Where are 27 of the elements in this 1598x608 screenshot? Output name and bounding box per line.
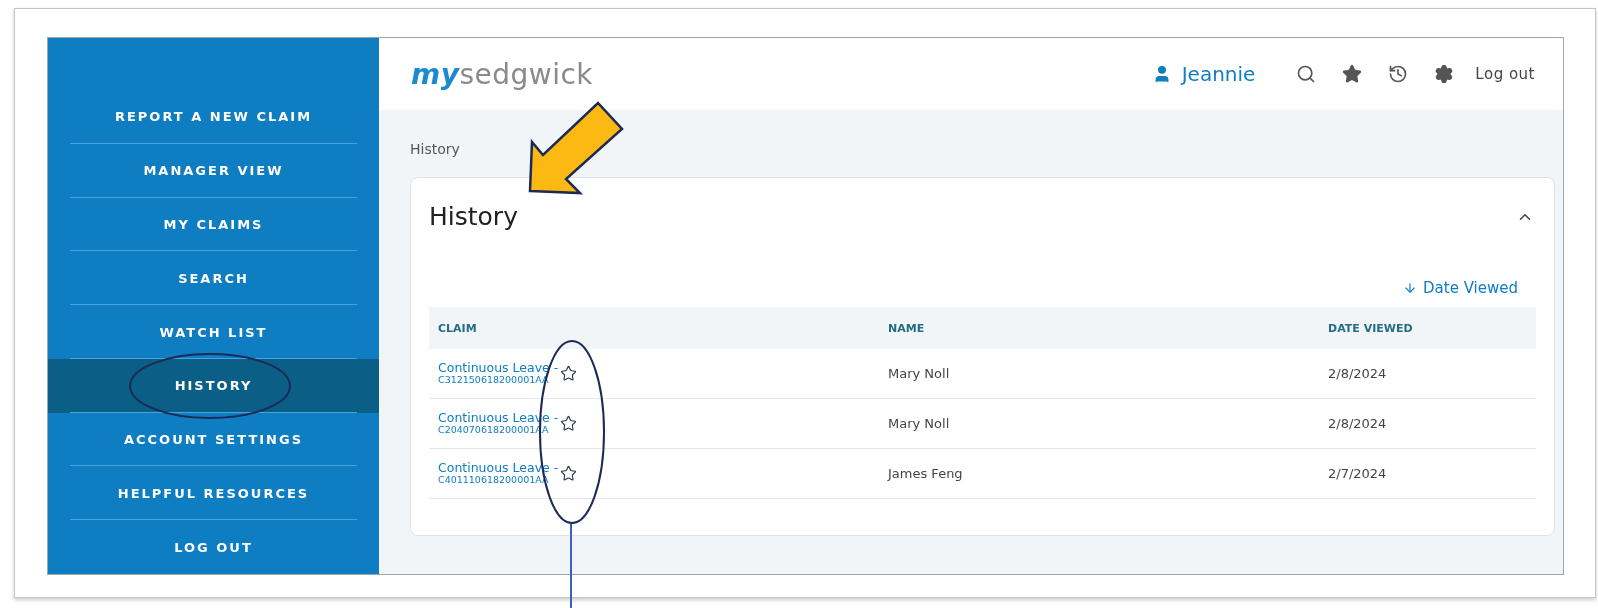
sidebar-item[interactable]: MANAGER VIEW [48,143,379,198]
table-cell: 2/8/2024 [1328,366,1387,381]
sidebar-item[interactable]: HISTORY [48,358,379,413]
star-icon[interactable] [560,415,578,432]
user-link[interactable]: Jeannie [1151,62,1256,86]
breadcrumb: History [410,141,460,157]
logo: mysedgwick [411,57,594,91]
table-cell: 2/8/2024 [1328,416,1387,431]
table-cell: 2/7/2024 [1328,466,1387,481]
sort-link[interactable]: Date Viewed [1403,279,1518,297]
star-icon[interactable] [560,365,578,382]
sidebar-item[interactable]: SEARCH [48,251,379,306]
sidebar-item[interactable]: LOG OUT [48,520,379,575]
sidebar-item[interactable]: ACCOUNT SETTINGS [48,412,379,467]
sidebar-item[interactable]: MY CLAIMS [48,197,379,252]
sidebar-item[interactable]: REPORT A NEW CLAIM [48,90,379,144]
star-icon[interactable] [560,465,578,482]
sidebar-item[interactable]: WATCH LIST [48,305,379,359]
card-title: History [429,202,518,231]
column-header: NAME [888,321,925,335]
column-header: DATE VIEWED [1328,321,1413,335]
sidebar-item[interactable]: HELPFUL RESOURCES [48,466,379,521]
table-cell: Mary Noll [888,366,950,381]
column-header: CLAIM [438,321,477,335]
logout-link[interactable]: Log out [1475,65,1535,83]
table-cell: James Feng [888,466,963,481]
table-cell: Mary Noll [888,416,950,431]
